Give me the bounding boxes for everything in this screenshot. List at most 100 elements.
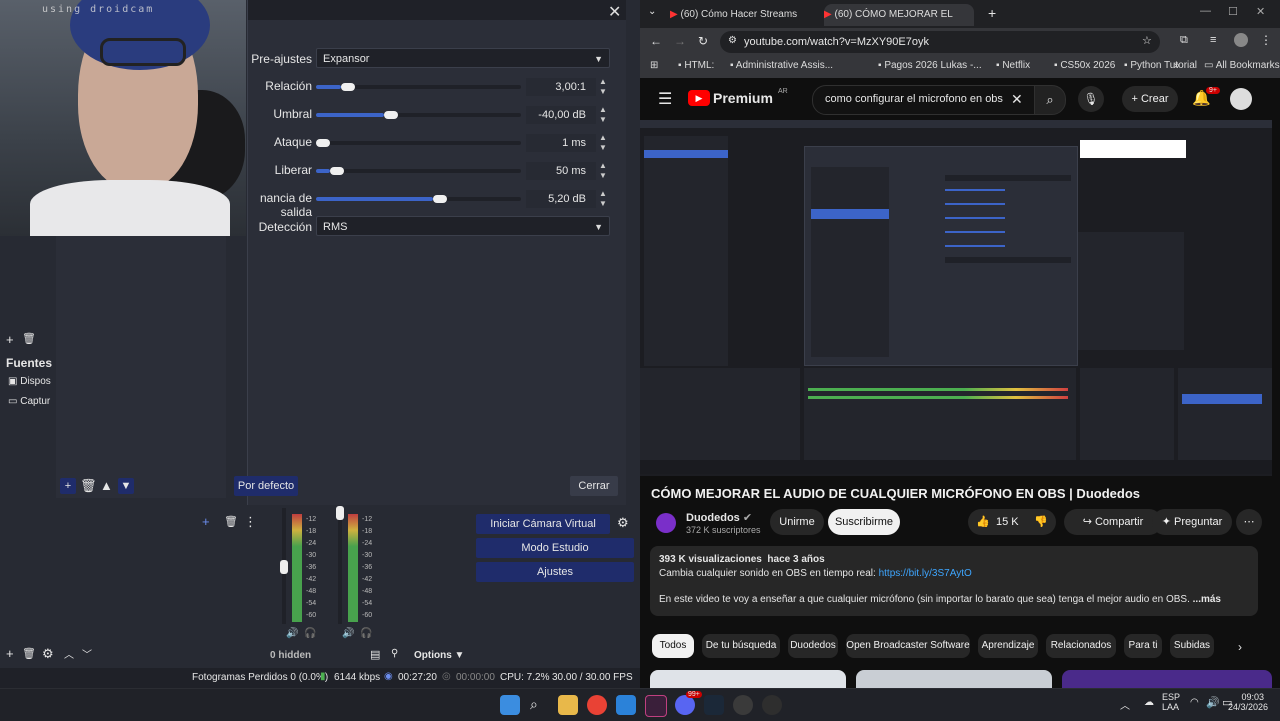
preset-select[interactable]: Expansor ▼ [316, 48, 610, 68]
close-button[interactable]: Cerrar [570, 476, 618, 496]
discord-icon[interactable] [675, 695, 695, 715]
related-thumbnail[interactable] [650, 670, 846, 688]
filter-slider[interactable] [316, 195, 521, 203]
chevron-up-icon[interactable]: ︿ [1120, 697, 1130, 712]
filter-chip[interactable]: Todos [652, 634, 694, 658]
filter-chip[interactable]: Aprendizaje [978, 634, 1038, 658]
subscribe-button[interactable]: Suscribirme [828, 509, 900, 535]
list-icon[interactable]: ▤ [370, 648, 380, 661]
value-spinbox[interactable]: -40,00 dB [526, 106, 596, 124]
related-thumbnail[interactable] [856, 670, 1052, 688]
volume-slider-handle[interactable] [280, 560, 288, 574]
chrome-icon[interactable] [587, 695, 607, 715]
arrow-down-icon[interactable]: ▼ [118, 478, 134, 494]
related-thumbnail[interactable] [1062, 670, 1272, 688]
dislike-icon[interactable]: 👎 [1034, 509, 1048, 535]
clock[interactable]: 09:03 24/3/2026 [1228, 692, 1268, 712]
droidcam-icon[interactable] [762, 695, 782, 715]
trash-icon[interactable]: 🗑 [22, 647, 36, 660]
share-button[interactable]: ↪ Compartir [1064, 509, 1162, 535]
avatar[interactable] [1230, 88, 1252, 110]
channel-avatar[interactable] [656, 513, 676, 533]
more-actions-icon[interactable]: ⋯ [1236, 509, 1262, 535]
language-indicator[interactable]: ESP LAA [1162, 692, 1180, 712]
virtual-camera-button[interactable]: Iniciar Cámara Virtual [476, 514, 610, 534]
menu-icon[interactable]: ⋮ [1260, 33, 1272, 47]
tab-active[interactable]: ▶ (60) CÓMO MEJORAR EL AUDI ✕ [824, 4, 974, 42]
search-input[interactable]: como configurar el microfono en obs ✕ [812, 85, 1036, 115]
value-spinbox[interactable]: 50 ms [526, 162, 596, 180]
detection-select[interactable]: RMS ▼ [316, 216, 610, 236]
arrow-down-icon[interactable]: ﹀ [82, 646, 92, 661]
more-bookmarks-icon[interactable]: » [1174, 60, 1180, 71]
value-spinbox[interactable]: 1 ms [526, 134, 596, 152]
steam-icon[interactable] [704, 695, 724, 715]
site-info-icon[interactable]: ⚙ [728, 35, 737, 46]
profile-avatar[interactable] [1234, 33, 1248, 47]
source-item[interactable]: ▣ Dispos [8, 376, 51, 387]
add-icon[interactable]: + [6, 646, 14, 661]
link-icon[interactable]: ⚲ [391, 648, 398, 659]
source-item[interactable]: ▭ Captur [8, 396, 50, 407]
filter-chip[interactable]: Para ti [1124, 634, 1162, 658]
filter-slider[interactable] [316, 167, 521, 175]
tab-streams[interactable]: ▶ (60) Cómo Hacer Streams e ✕ [670, 4, 800, 42]
new-tab-icon[interactable]: + [988, 5, 996, 21]
filter-chip[interactable]: Relacionados [1046, 634, 1116, 658]
youtube-logo-icon[interactable]: ▶ [688, 90, 710, 106]
volume-icon[interactable]: 🔊 [1206, 696, 1220, 709]
speaker-icon[interactable]: 🔊 [342, 628, 354, 639]
description-box[interactable]: 393 K visualizaciones hace 3 años Cambia… [650, 546, 1258, 616]
close-window-icon[interactable]: ✕ [1256, 5, 1265, 18]
chevron-right-icon[interactable]: › [1238, 640, 1242, 654]
bookmark-item[interactable]: ▪ Python Tutorial [1124, 60, 1197, 71]
options-menu[interactable]: Options ▼ [414, 650, 464, 661]
filter-chip[interactable]: Open Broadcaster Software [846, 634, 970, 658]
mic-icon[interactable]: 🎙 [1078, 86, 1104, 112]
filter-chip[interactable]: Subidas [1170, 634, 1214, 658]
add-icon[interactable]: + [60, 478, 76, 494]
volume-slider[interactable] [338, 508, 342, 624]
bookmark-item[interactable]: ▪ Netflix [996, 60, 1030, 71]
more-link[interactable]: ...más [1193, 594, 1221, 605]
wifi-icon[interactable]: ◠ [1190, 697, 1199, 708]
file-explorer-icon[interactable] [558, 695, 578, 715]
maximize-icon[interactable]: ☐ [1228, 5, 1238, 18]
slider-handle[interactable] [384, 111, 398, 119]
ask-button[interactable]: ✦ Preguntar [1152, 509, 1232, 535]
filter-chip[interactable]: De tu búsqueda [702, 634, 780, 658]
default-button[interactable]: Por defecto [234, 476, 298, 496]
gear-icon[interactable]: ⚙ [617, 515, 629, 531]
close-icon[interactable]: ✕ [608, 2, 621, 22]
volume-slider-handle[interactable] [336, 506, 344, 520]
search-icon[interactable]: ⌕ [530, 696, 538, 713]
reading-list-icon[interactable]: ≡ [1210, 34, 1216, 46]
back-icon[interactable]: ← [650, 34, 662, 48]
slider-handle[interactable] [316, 139, 330, 147]
tab-search-icon[interactable]: ⌄ [648, 6, 656, 17]
filter-chip[interactable]: Duodedos [788, 634, 838, 658]
extensions-icon[interactable]: ⧉ [1180, 34, 1188, 47]
hamburger-icon[interactable]: ☰ [658, 89, 672, 109]
clear-icon[interactable]: ✕ [1011, 91, 1023, 108]
settings-button[interactable]: Ajustes [476, 562, 634, 582]
bookmark-item[interactable]: ▪ Administrative Assis... [730, 60, 833, 71]
value-spinbox[interactable]: 3,00:1 [526, 78, 596, 96]
apps-icon[interactable]: ⊞ [650, 60, 658, 71]
search-button[interactable]: ⌕ [1034, 85, 1066, 115]
forward-icon[interactable]: → [674, 34, 686, 48]
studio-mode-button[interactable]: Modo Estudio [476, 538, 634, 558]
slider-handle[interactable] [341, 83, 355, 91]
like-icon[interactable]: 👍 [976, 509, 990, 535]
headphones-icon[interactable]: 🎧 [304, 628, 316, 639]
spin-arrows-icon[interactable]: ▲ ▼ [598, 161, 608, 181]
bookmark-item[interactable]: ▪ HTML: [678, 60, 714, 71]
trash-icon[interactable]: 🗑 [22, 332, 36, 345]
gear-icon[interactable]: ⚙ [42, 646, 54, 662]
obs-icon[interactable] [733, 695, 753, 715]
slider-handle[interactable] [330, 167, 344, 175]
trash-icon[interactable]: 🗑 [80, 478, 97, 494]
bookmark-item[interactable]: ▪ Pagos 2026 Lukas -... [878, 60, 982, 71]
channel-name[interactable]: Duodedos ✔ [686, 511, 752, 524]
desc-link[interactable]: https://bit.ly/3S7AytO [879, 568, 972, 579]
